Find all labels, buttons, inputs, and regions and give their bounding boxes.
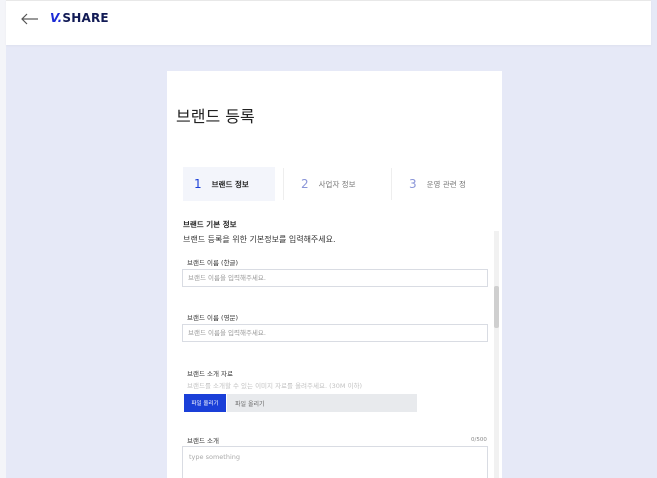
step-label: 브랜드 정보 xyxy=(211,179,249,189)
brand-name-en-label: 브랜드 이름 (영문) xyxy=(187,314,239,322)
top-navigation-bar: V.SHARE xyxy=(6,0,651,45)
vshare-logo[interactable]: V.SHARE xyxy=(50,11,109,25)
step-business-info[interactable]: 2 사업자 정보 xyxy=(301,167,391,201)
step-label: 사업자 정보 xyxy=(318,179,356,189)
character-counter: 0/500 xyxy=(471,437,487,443)
brand-name-ko-label: 브랜드 이름 (한글) xyxy=(187,259,239,267)
step-divider xyxy=(391,168,392,200)
step-brand-info[interactable]: 1 브랜드 정보 xyxy=(183,167,275,201)
upload-hint: 브랜드를 소개할 수 있는 이미지 자료를 올려주세요. (30M 이하) xyxy=(187,382,363,390)
window-edge xyxy=(0,0,6,478)
section-description: 브랜드 등록을 위한 기본정보를 입력해주세요. xyxy=(183,235,336,244)
file-upload-button[interactable]: 파일 올리기 xyxy=(184,394,226,412)
logo-text: SHARE xyxy=(62,11,109,25)
step-indicator: 1 브랜드 정보 2 사업자 정보 3 운영 관련 정 xyxy=(183,167,498,201)
brand-registration-card: 브랜드 등록 1 브랜드 정보 2 사업자 정보 3 운영 관련 정 브랜드 기… xyxy=(167,71,502,478)
scrollbar-track[interactable] xyxy=(494,231,499,478)
brand-name-en-input[interactable]: 브랜드 이름을 입력해주세요. xyxy=(182,324,488,342)
page-title: 브랜드 등록 xyxy=(176,107,255,126)
step-number: 2 xyxy=(301,177,309,191)
step-number: 3 xyxy=(409,177,417,191)
back-arrow-icon[interactable] xyxy=(19,10,41,28)
step-operation-info[interactable]: 3 운영 관련 정 xyxy=(409,167,502,201)
step-label: 운영 관련 정 xyxy=(426,179,466,189)
brand-name-ko-input[interactable]: 브랜드 이름을 입력해주세요. xyxy=(182,269,488,287)
scrollbar-thumb[interactable] xyxy=(494,286,499,328)
section-title: 브랜드 기본 정보 xyxy=(183,220,237,229)
brand-intro-material-label: 브랜드 소개 자료 xyxy=(187,370,233,378)
logo-mark: V. xyxy=(50,11,63,25)
step-divider xyxy=(283,168,284,200)
file-upload-field[interactable]: 파일 올리기 xyxy=(227,394,417,412)
brand-intro-label: 브랜드 소개 xyxy=(187,437,219,445)
step-number: 1 xyxy=(194,177,202,191)
brand-intro-textarea[interactable]: type something xyxy=(182,446,488,478)
